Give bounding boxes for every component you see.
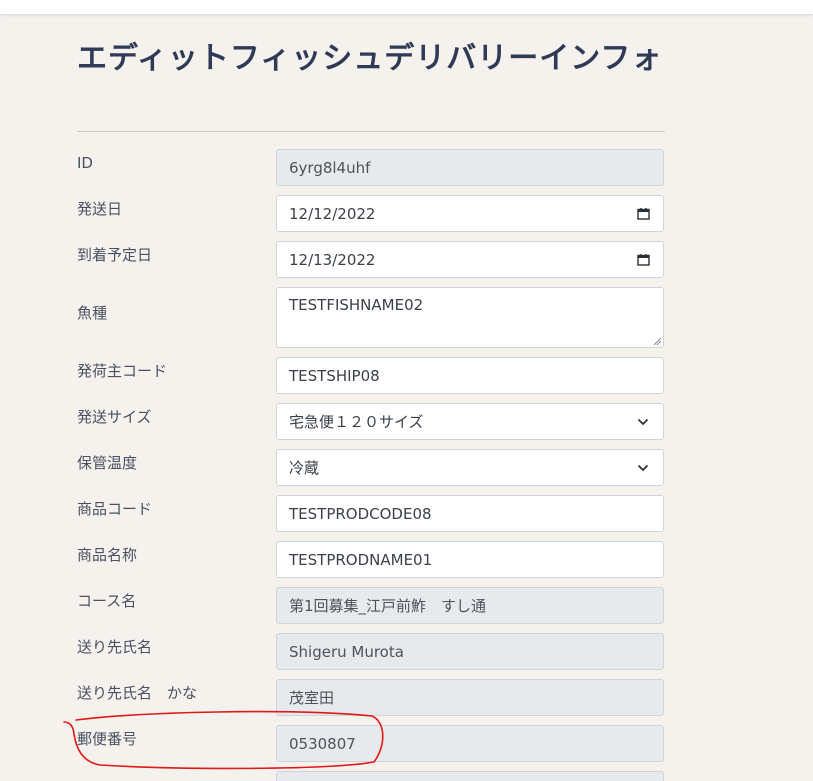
storage-temp-label: 保管温度 xyxy=(77,454,138,472)
calendar-icon[interactable] xyxy=(635,252,651,268)
storage-temp-select[interactable]: 冷蔵 xyxy=(276,449,664,486)
ship-date-value: 12/12/2022 xyxy=(289,204,376,223)
arrival-date-label: 到着予定日 xyxy=(77,246,153,264)
arrival-date-value: 12/13/2022 xyxy=(289,250,376,269)
storage-temp-value: 冷蔵 xyxy=(289,459,320,477)
recipient-kana-field: 茂室田 xyxy=(276,679,664,716)
product-name-input[interactable]: TESTPRODNAME01 xyxy=(276,541,664,578)
chevron-down-icon[interactable] xyxy=(635,414,651,430)
product-code-input[interactable]: TESTPRODCODE08 xyxy=(276,495,664,532)
postal-code-value: 0530807 xyxy=(289,734,356,753)
fish-type-label: 魚種 xyxy=(77,304,108,322)
postal-code-label: 郵便番号 xyxy=(77,730,138,748)
postal-code-field: 0530807 xyxy=(276,725,664,762)
next-field-partial xyxy=(276,771,664,781)
id-value: 6yrg8l4uhf xyxy=(289,158,371,177)
chevron-down-icon[interactable] xyxy=(635,460,651,476)
course-name-value: 第1回募集_江戸前鮓 すし通 xyxy=(289,597,487,615)
recipient-name-label: 送り先氏名 xyxy=(77,638,153,656)
fish-type-value: TESTFISHNAME02 xyxy=(289,296,424,314)
ship-date-label: 発送日 xyxy=(77,200,123,218)
recipient-kana-label: 送り先氏名 かな xyxy=(77,684,198,702)
edit-form: ID 6yrg8l4uhf 発送日 12/12/2022 到着予定日 12/13… xyxy=(0,0,813,781)
shipper-code-value: TESTSHIP08 xyxy=(289,366,380,385)
fish-type-textarea[interactable]: TESTFISHNAME02 xyxy=(276,287,664,348)
id-label: ID xyxy=(77,154,93,172)
recipient-name-field: Shigeru Murota xyxy=(276,633,664,670)
arrival-date-input[interactable]: 12/13/2022 xyxy=(276,241,664,278)
recipient-kana-value: 茂室田 xyxy=(289,689,335,707)
course-name-label: コース名 xyxy=(77,592,137,610)
ship-size-value: 宅急便１２０サイズ xyxy=(289,413,424,431)
ship-size-label: 発送サイズ xyxy=(77,408,152,426)
ship-size-select[interactable]: 宅急便１２０サイズ xyxy=(276,403,664,440)
product-name-value: TESTPRODNAME01 xyxy=(289,550,433,569)
shipper-code-label: 発荷主コード xyxy=(77,362,168,380)
id-field: 6yrg8l4uhf xyxy=(276,149,664,186)
product-code-label: 商品コード xyxy=(77,500,153,518)
ship-date-input[interactable]: 12/12/2022 xyxy=(276,195,664,232)
recipient-name-value: Shigeru Murota xyxy=(289,642,404,661)
calendar-icon[interactable] xyxy=(635,206,651,222)
product-name-label: 商品名称 xyxy=(77,546,138,564)
shipper-code-input[interactable]: TESTSHIP08 xyxy=(276,357,664,394)
resize-handle-icon[interactable] xyxy=(653,337,661,345)
product-code-value: TESTPRODCODE08 xyxy=(289,504,432,523)
course-name-field: 第1回募集_江戸前鮓 すし通 xyxy=(276,587,664,624)
